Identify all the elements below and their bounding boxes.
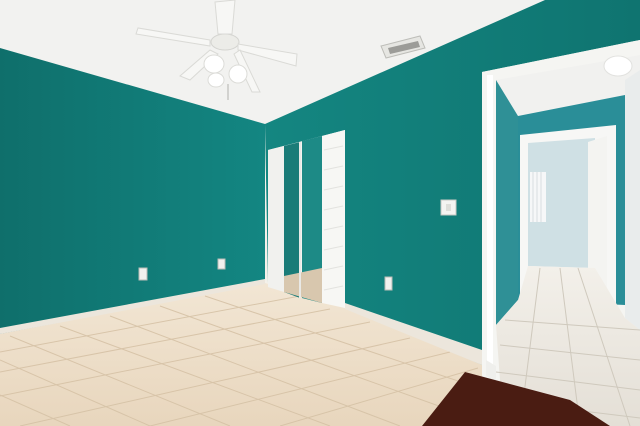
closet-door: [268, 130, 345, 308]
light-switch-icon: [440, 199, 457, 216]
doorway: [482, 40, 640, 426]
room-scene: [0, 0, 640, 426]
